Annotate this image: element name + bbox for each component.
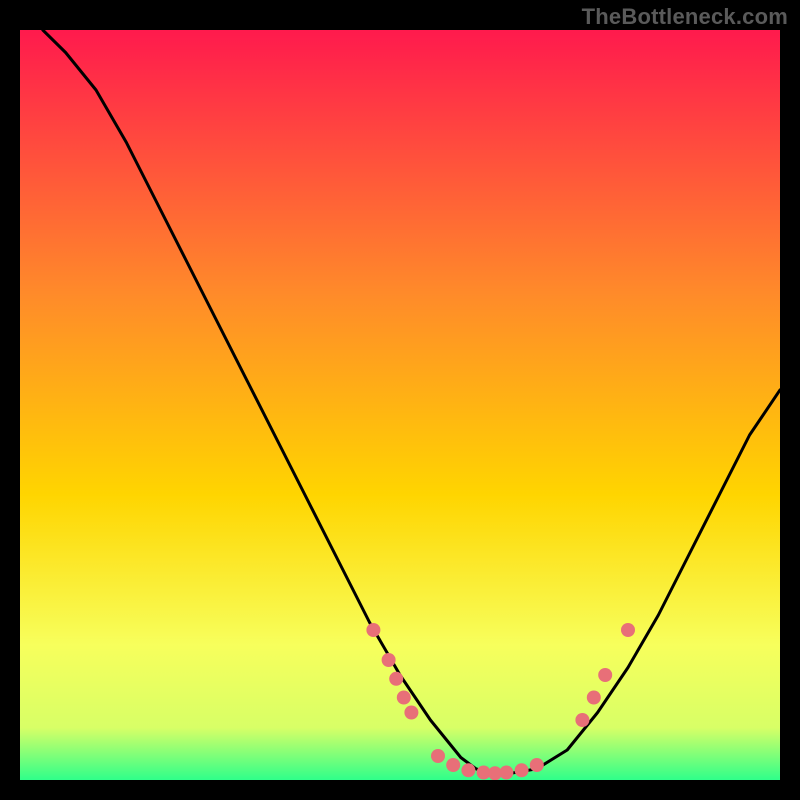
data-marker (621, 623, 635, 637)
data-marker (575, 713, 589, 727)
data-marker (397, 691, 411, 705)
data-marker (515, 763, 529, 777)
data-marker (404, 706, 418, 720)
gradient-background (20, 30, 780, 780)
data-marker (382, 653, 396, 667)
data-marker (389, 672, 403, 686)
watermark-text: TheBottleneck.com (582, 4, 788, 30)
data-marker (499, 766, 513, 780)
chart-svg (20, 30, 780, 780)
plot-area (20, 30, 780, 780)
data-marker (598, 668, 612, 682)
data-marker (366, 623, 380, 637)
chart-frame: TheBottleneck.com (0, 0, 800, 800)
data-marker (446, 758, 460, 772)
data-marker (431, 749, 445, 763)
data-marker (530, 758, 544, 772)
data-marker (461, 763, 475, 777)
data-marker (587, 691, 601, 705)
